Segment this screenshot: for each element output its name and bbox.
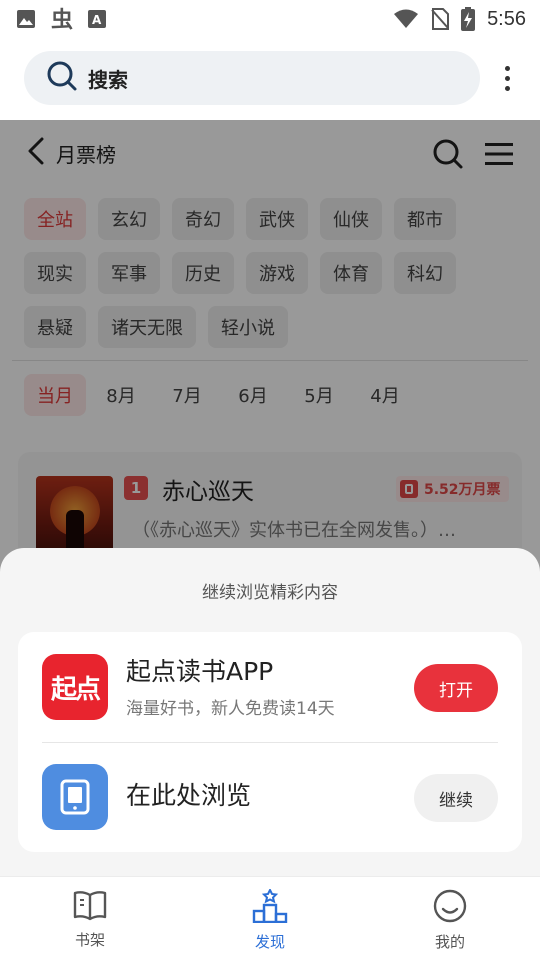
more-options-button[interactable] [494, 60, 520, 96]
podium-icon [252, 887, 288, 927]
search-icon [46, 60, 78, 96]
continue-browsing-sheet: 继续浏览精彩内容 起点 起点读书APP 海量好书，新人免费读14天 打开 在此处… [0, 548, 540, 878]
tab-label: 我的 [434, 933, 465, 951]
status-bar: 虫 A 5:56 [0, 0, 540, 38]
bug-icon: 虫 [50, 7, 74, 31]
svg-text:虫: 虫 [51, 7, 73, 31]
sheet-options-card: 起点 起点读书APP 海量好书，新人免费读14天 打开 在此处浏览 继续 [18, 632, 522, 852]
open-app-option[interactable]: 起点 起点读书APP 海量好书，新人免费读14天 打开 [18, 632, 522, 742]
tab-profile[interactable]: 我的 [360, 877, 540, 960]
search-label: 搜索 [88, 67, 128, 92]
app-subtitle: 海量好书，新人免费读14天 [126, 699, 335, 719]
font-icon: A [88, 10, 106, 28]
open-app-button[interactable]: 打开 [414, 664, 498, 712]
continue-button[interactable]: 继续 [414, 774, 498, 822]
book-open-icon [73, 889, 107, 925]
qidian-app-icon: 起点 [42, 654, 108, 720]
wifi-icon [393, 9, 419, 29]
bottom-tab-bar: 书架 发现 我的 [0, 876, 540, 960]
sheet-title: 继续浏览精彩内容 [202, 583, 338, 603]
image-icon [16, 9, 36, 29]
tab-label: 书架 [74, 931, 105, 949]
top-bar: 搜索 [0, 38, 540, 120]
browse-here-option[interactable]: 在此处浏览 继续 [18, 742, 522, 852]
svg-text:A: A [92, 13, 102, 27]
smile-icon [433, 889, 467, 927]
search-bar[interactable]: 搜索 [24, 51, 480, 105]
tab-discover[interactable]: 发现 [180, 877, 360, 960]
tablet-icon [42, 764, 108, 830]
battery-charging-icon [461, 7, 476, 31]
tab-bookshelf[interactable]: 书架 [0, 877, 180, 960]
no-sim-icon [431, 8, 450, 30]
status-time: 5:56 [487, 7, 526, 30]
tab-label: 发现 [254, 933, 285, 951]
browse-here-label: 在此处浏览 [126, 781, 252, 810]
app-name: 起点读书APP [126, 657, 274, 686]
more-vertical-icon [504, 65, 510, 71]
